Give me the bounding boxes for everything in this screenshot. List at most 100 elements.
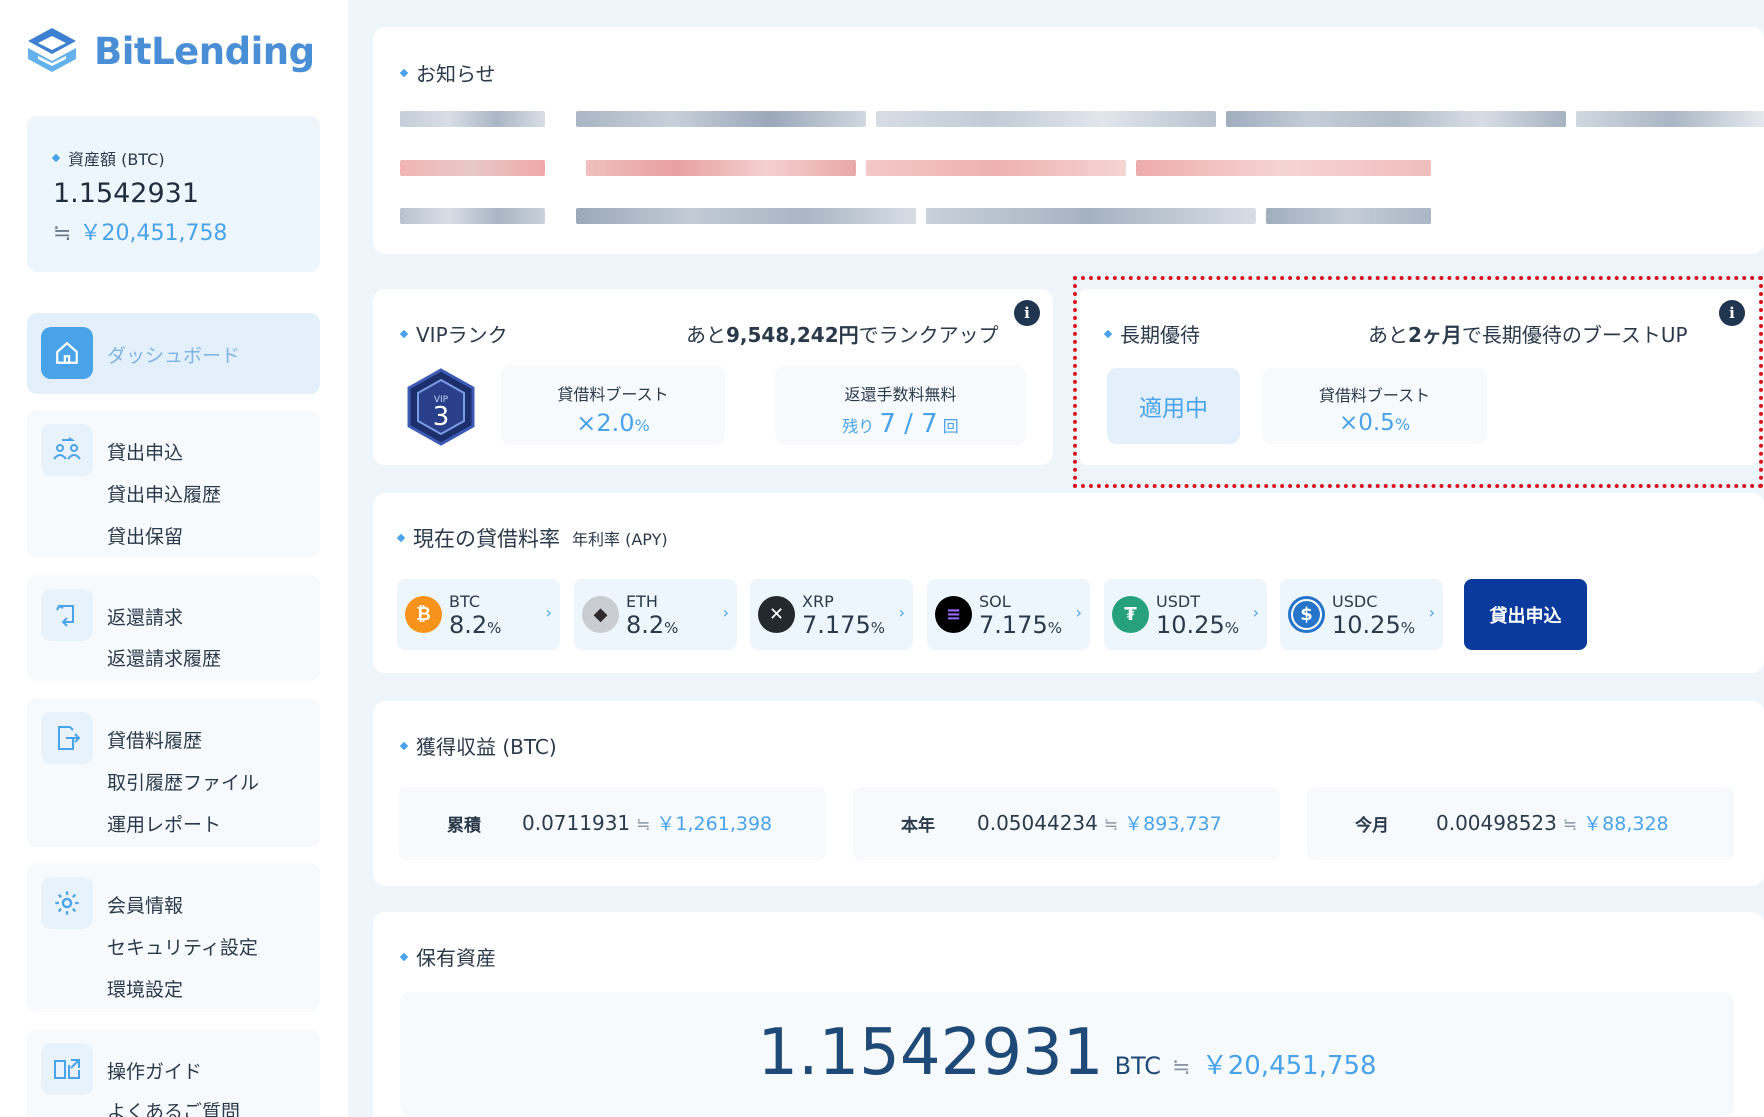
rate-name: BTC: [449, 592, 480, 611]
vip-boost-tile: 貸借料ブースト ×2.0%: [501, 365, 725, 445]
nav-group-returns: 返還請求 返還請求履歴: [27, 575, 320, 681]
rate-btc[interactable]: ₿ BTC 8.2% ›: [397, 579, 560, 650]
document-export-icon: [41, 712, 93, 764]
usdc-icon: $: [1288, 596, 1325, 633]
rate-value: 8.2%: [449, 611, 502, 639]
nav-group-guide: 操作ガイド よくあるご質問: [27, 1029, 320, 1117]
chevron-right-icon: ›: [1252, 603, 1259, 622]
home-icon: [41, 327, 93, 379]
long-term-card: 長期優待 あと2ヶ月で長期優待のブーストUP i 適用中 貸借料ブースト ×0.…: [1073, 276, 1764, 488]
users-exchange-icon: [41, 424, 93, 476]
earnings-title: 獲得収益 (BTC): [399, 731, 557, 760]
asset-label: 資産額 (BTC): [51, 146, 320, 170]
rate-name: XRP: [802, 592, 834, 611]
nav-return-request[interactable]: 返還請求: [107, 603, 183, 630]
rate-value: 8.2%: [626, 611, 679, 639]
rate-name: USDT: [1156, 592, 1200, 611]
vip-badge-icon: VIP 3: [407, 368, 475, 446]
vip-fee-value: 残り 7 / 7 回: [842, 409, 959, 439]
bitlending-logo-icon: [28, 28, 76, 72]
sidebar: BitLending 資産額 (BTC) 1.1542931 ≒ ￥20,451,…: [0, 0, 348, 1117]
xrp-icon: ✕: [758, 596, 795, 633]
earnings-month-value: 0.00498523 ≒ ￥88,328: [1436, 811, 1669, 835]
bitcoin-icon: ₿: [405, 596, 442, 633]
nav-transaction-file[interactable]: 取引履歴ファイル: [107, 768, 259, 795]
nav-fee-history[interactable]: 貸借料履歴: [107, 726, 202, 753]
nav-member-info[interactable]: 会員情報: [107, 891, 183, 918]
vip-rank-card: VIPランク あと9,548,242円でランクアップ i VIP 3 貸借料ブー…: [373, 289, 1053, 465]
earnings-month: 今月 0.00498523 ≒ ￥88,328: [1307, 787, 1734, 860]
notice-card: お知らせ: [373, 27, 1764, 254]
gear-icon: [41, 877, 93, 929]
holdings-title: 保有資産: [399, 942, 496, 971]
long-term-boost-label: 貸借料ブースト: [1318, 386, 1431, 405]
nav-group-history: 貸借料履歴 取引履歴ファイル 運用レポート: [27, 698, 320, 847]
earnings-year-label: 本年: [901, 816, 935, 836]
rate-value: 10.25%: [1156, 611, 1239, 639]
rate-value: 10.25%: [1332, 611, 1415, 639]
nav-lending-pending[interactable]: 貸出保留: [107, 522, 183, 549]
earnings-year-value: 0.05044234 ≒ ￥893,737: [977, 811, 1222, 835]
holdings-total: 1.1542931 BTC ≒ ￥20,451,758: [757, 1016, 1377, 1090]
ethereum-icon: ◆: [582, 596, 619, 633]
rate-eth[interactable]: ◆ ETH 8.2% ›: [574, 579, 737, 650]
long-term-info-icon[interactable]: i: [1719, 300, 1745, 326]
earnings-total: 累積 0.0711931 ≒ ￥1,261,398: [399, 787, 826, 860]
rate-name: SOL: [979, 592, 1011, 611]
long-term-message: あと2ヶ月で長期優待のブーストUP: [1368, 323, 1688, 347]
brand-name: BitLending: [94, 29, 315, 73]
return-icon: [41, 589, 93, 641]
svg-text:3: 3: [433, 402, 450, 432]
long-term-boost-tile: 貸借料ブースト ×0.5%: [1262, 368, 1487, 444]
nav-environment-settings[interactable]: 環境設定: [107, 975, 183, 1002]
asset-btc-value: 1.1542931: [53, 178, 200, 209]
book-open-icon: [41, 1043, 93, 1095]
vip-boost-value: ×2.0%: [576, 409, 650, 437]
brand-logo[interactable]: BitLending: [26, 26, 315, 76]
chevron-right-icon: ›: [1075, 603, 1082, 622]
asset-yen-value: ≒ ￥20,451,758: [53, 221, 228, 246]
rate-name: USDC: [1332, 592, 1378, 611]
rate-name: ETH: [626, 592, 658, 611]
vip-fee-label: 返還手数料無料: [844, 385, 957, 404]
vip-fee-free-tile: 返還手数料無料 残り 7 / 7 回: [775, 365, 1026, 445]
chevron-right-icon: ›: [722, 603, 729, 622]
nav-dashboard[interactable]: ダッシュボード: [27, 313, 320, 394]
solana-icon: ≡: [935, 596, 972, 633]
rate-usdc[interactable]: $ USDC 10.25% ›: [1280, 579, 1443, 650]
rate-usdt[interactable]: ₮ USDT 10.25% ›: [1104, 579, 1267, 650]
lending-apply-button[interactable]: 貸出申込: [1464, 579, 1587, 650]
earnings-year: 本年 0.05044234 ≒ ￥893,737: [853, 787, 1280, 860]
nav-lending-apply[interactable]: 貸出申込: [107, 438, 183, 465]
nav-group-member: 会員情報 セキュリティ設定 環境設定: [27, 863, 320, 1012]
rate-value: 7.175%: [802, 611, 885, 639]
holdings-card: 保有資産 1.1542931 BTC ≒ ￥20,451,758: [373, 912, 1764, 1117]
chevron-right-icon: ›: [545, 603, 552, 622]
chevron-right-icon: ›: [1428, 603, 1435, 622]
nav-lending-history[interactable]: 貸出申込履歴: [107, 480, 221, 507]
rates-title: 現在の貸借料率 年利率 (APY): [396, 523, 668, 553]
rate-value: 7.175%: [979, 611, 1062, 639]
nav-faq[interactable]: よくあるご質問: [107, 1097, 240, 1117]
asset-summary-card: 資産額 (BTC) 1.1542931 ≒ ￥20,451,758: [27, 116, 320, 272]
earnings-total-value: 0.0711931 ≒ ￥1,261,398: [522, 811, 773, 835]
nav-group-lending: 貸出申込 貸出申込履歴 貸出保留: [27, 410, 320, 558]
tether-icon: ₮: [1112, 596, 1149, 633]
notice-title: お知らせ: [399, 58, 496, 87]
nav-guide[interactable]: 操作ガイド: [107, 1057, 202, 1084]
vip-rankup-message: あと9,548,242円でランクアップ: [686, 323, 999, 347]
nav-return-history[interactable]: 返還請求履歴: [107, 644, 221, 671]
vip-info-icon[interactable]: i: [1014, 300, 1040, 326]
vip-boost-label: 貸借料ブースト: [557, 385, 669, 404]
chevron-right-icon: ›: [898, 603, 905, 622]
earnings-total-label: 累積: [447, 816, 481, 836]
rate-sol[interactable]: ≡ SOL 7.175% ›: [927, 579, 1090, 650]
holdings-panel: 1.1542931 BTC ≒ ￥20,451,758: [400, 992, 1734, 1117]
nav-security-settings[interactable]: セキュリティ設定: [107, 933, 258, 960]
long-term-boost-value: ×0.5%: [1338, 410, 1411, 436]
vip-rank-title: VIPランク: [399, 319, 508, 348]
rate-xrp[interactable]: ✕ XRP 7.175% ›: [750, 579, 913, 650]
nav-dashboard-label: ダッシュボード: [107, 345, 241, 367]
earnings-month-label: 今月: [1355, 816, 1389, 836]
nav-report[interactable]: 運用レポート: [107, 810, 221, 837]
